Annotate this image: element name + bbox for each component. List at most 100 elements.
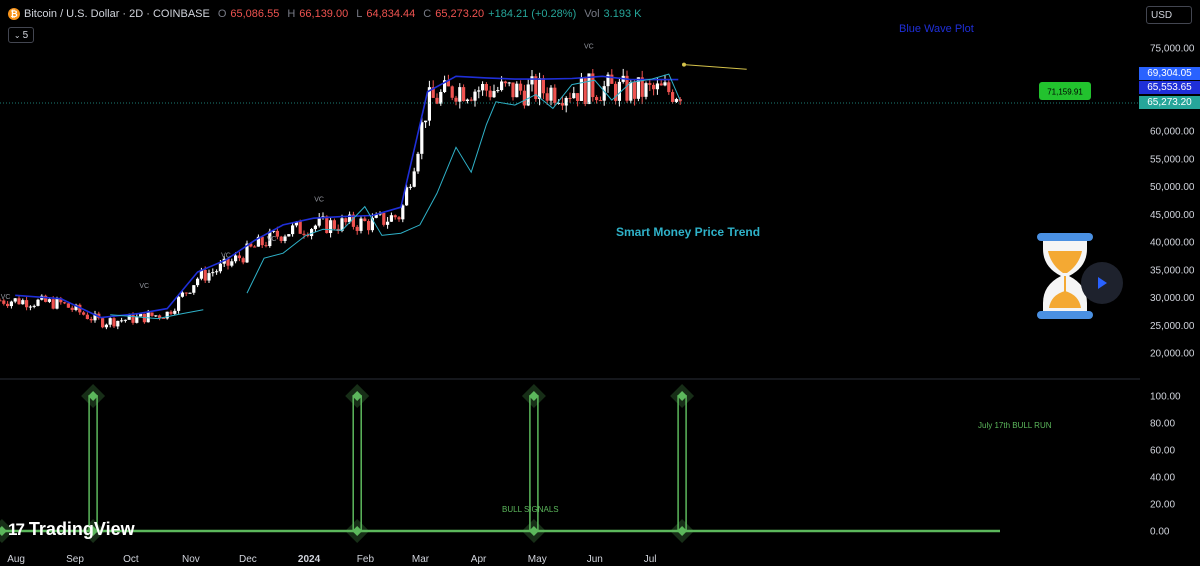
candle-body xyxy=(70,307,74,310)
candle-body xyxy=(530,76,534,85)
candle-body xyxy=(469,99,473,101)
candle-body xyxy=(131,314,135,323)
candle-body xyxy=(9,301,13,307)
blue-wave-title: Blue Wave Plot xyxy=(899,23,974,35)
candle-body xyxy=(123,319,127,321)
candle-body xyxy=(260,236,264,246)
candle-body xyxy=(283,236,287,241)
candle-body xyxy=(218,263,222,272)
candle-body xyxy=(393,215,397,218)
x-tick-label: Jun xyxy=(587,554,603,565)
candle-body xyxy=(363,218,367,222)
candle-body xyxy=(177,296,181,311)
candle-body xyxy=(359,218,363,231)
candle-body xyxy=(150,312,154,316)
interval-toggle-button[interactable]: ⌄ 5 xyxy=(8,27,34,43)
candle-body xyxy=(496,90,500,92)
chevron-down-icon: ⌄ xyxy=(13,30,21,40)
candle-body xyxy=(279,236,283,241)
y-tick-label: 25,000.00 xyxy=(1150,321,1195,332)
candle-body xyxy=(51,299,55,309)
smart-money-price-label: 65,553.65 xyxy=(1139,81,1200,94)
candle-body xyxy=(188,292,192,294)
candle-body xyxy=(416,153,420,172)
candle-body xyxy=(389,215,393,222)
candle-body xyxy=(598,100,602,102)
candle-body xyxy=(655,83,659,90)
candle-body xyxy=(671,92,675,102)
candle-body xyxy=(500,81,504,91)
chart-canvas[interactable]: VCVCVCVCVCVC 75,000.0070,000.0065,000.00… xyxy=(0,0,1200,566)
candle-body xyxy=(667,82,671,93)
play-icon xyxy=(1098,277,1107,289)
candle-body xyxy=(234,255,238,262)
candle-body xyxy=(629,82,633,101)
y-tick-label: 50,000.00 xyxy=(1150,182,1195,193)
y-tick-label: 55,000.00 xyxy=(1150,154,1195,165)
candle-body xyxy=(424,120,428,123)
y-tick-label: 60,000.00 xyxy=(1150,127,1195,138)
play-button[interactable] xyxy=(1081,262,1123,304)
x-tick-label: Jul xyxy=(644,554,657,565)
x-tick-label: Apr xyxy=(471,554,487,565)
x-tick-label: Nov xyxy=(182,554,200,565)
y-tick-label: 45,000.00 xyxy=(1150,210,1195,221)
candle-body xyxy=(663,82,667,86)
candle-body xyxy=(382,212,386,225)
candle-body xyxy=(526,84,530,106)
currency-button[interactable]: USD xyxy=(1146,6,1192,24)
candle-body xyxy=(507,82,511,84)
candle-body xyxy=(237,255,241,259)
candle-body xyxy=(572,93,576,99)
symbol-legend[interactable]: ₿ Bitcoin / U.S. Dollar · 2D · COINBASE … xyxy=(8,8,641,20)
candle-body xyxy=(17,298,21,305)
symbol-title[interactable]: Bitcoin / U.S. Dollar · 2D · COINBASE xyxy=(24,8,210,20)
candle-body xyxy=(553,87,557,103)
bull-signals-label: BULL SIGNALS xyxy=(502,505,559,514)
candle-body xyxy=(332,220,336,229)
tradingview-logo[interactable]: 17 TradingView xyxy=(8,519,135,540)
candlestick-series xyxy=(0,68,682,330)
candle-body xyxy=(397,217,401,220)
candle-body xyxy=(420,122,424,154)
interval-count: 5 xyxy=(22,29,29,41)
candle-body xyxy=(215,271,219,273)
projection-line xyxy=(683,64,747,70)
candle-body xyxy=(108,318,112,325)
candle-body xyxy=(644,83,648,97)
axes: 75,000.0070,000.0065,000.0060,000.0055,0… xyxy=(7,44,1195,566)
close-value: 65,273.20 xyxy=(435,8,485,20)
candle-body xyxy=(291,225,295,235)
blue-wave-price-label: 69,304.05 xyxy=(1139,67,1200,80)
tradingview-wordmark: TradingView xyxy=(28,519,135,539)
candle-body xyxy=(116,320,120,327)
candle-body xyxy=(659,83,663,86)
signal-bar xyxy=(88,395,98,532)
candle-body xyxy=(579,77,583,101)
low-value: 64,834.44 xyxy=(366,8,416,20)
close-label: C xyxy=(423,8,432,20)
candle-body xyxy=(648,83,652,85)
candle-body xyxy=(241,258,245,263)
candle-body xyxy=(302,233,306,235)
candle-body xyxy=(568,97,572,99)
candle-body xyxy=(36,299,40,306)
candle-body xyxy=(325,216,329,234)
last-price-label: 65,273.20 xyxy=(1139,96,1200,109)
high-label: H xyxy=(287,8,296,20)
candle-body xyxy=(6,303,10,307)
x-tick-label: Feb xyxy=(357,554,375,565)
y-tick-label: 75,000.00 xyxy=(1150,44,1195,55)
candle-body xyxy=(253,246,257,248)
candle-body xyxy=(481,84,485,91)
y-tick-label: 35,000.00 xyxy=(1150,265,1195,276)
low-label: L xyxy=(356,8,363,20)
candle-body xyxy=(450,86,454,98)
signal-bar xyxy=(677,395,687,532)
candle-body xyxy=(477,90,481,92)
candle-body xyxy=(298,221,302,234)
candle-body xyxy=(344,218,348,223)
vc-marker-label: VC xyxy=(221,253,231,260)
candle-body xyxy=(652,84,656,90)
change-value: +184.21 (+0.28%) xyxy=(488,8,577,20)
